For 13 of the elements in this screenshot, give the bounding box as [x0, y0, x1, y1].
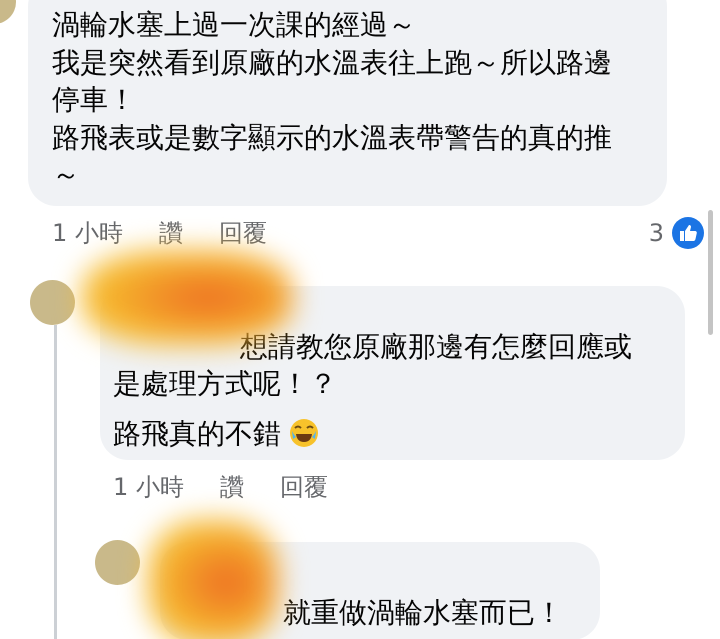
reply-link[interactable]: 回覆: [218, 216, 267, 248]
reply-text: 想請教您原廠那邊有怎麼回應或是處理方式呢！？: [113, 328, 633, 402]
like-count: 3: [648, 218, 664, 246]
reply-text: 路飛真的不錯: [113, 414, 658, 452]
comment-text: 我是突然看到原廠的水溫表往上跑～所以路邊停車！: [52, 44, 613, 118]
comment-text: 渦輪水塞上過一次課的經過～: [52, 7, 417, 43]
reply-link[interactable]: 回覆: [280, 471, 328, 503]
like-link[interactable]: 讚: [158, 216, 183, 248]
timestamp: 1 小時: [113, 472, 184, 503]
reply-text: 就重做渦輪水塞而已！: [283, 595, 564, 631]
like-link[interactable]: 讚: [220, 471, 244, 503]
comment-text: 路飛表或是數字顯示的水溫表帶警告的真的推～: [52, 120, 613, 193]
timestamp: 1 小時: [52, 218, 123, 248]
